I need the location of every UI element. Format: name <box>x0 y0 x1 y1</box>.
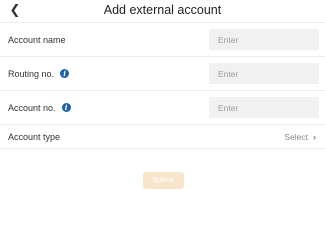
account-type-select[interactable]: Select › <box>284 125 316 148</box>
account-type-row[interactable]: Account type Select › <box>0 125 325 149</box>
info-icon[interactable]: i <box>61 103 71 112</box>
account-name-label: Account name <box>8 34 66 45</box>
info-icon[interactable]: i <box>60 69 70 78</box>
account-name-row: Account name <box>0 23 325 57</box>
account-no-label: Account no. <box>8 102 56 113</box>
chevron-right-icon: › <box>313 131 316 142</box>
submit-button[interactable]: Submit <box>143 172 184 189</box>
account-type-label: Account type <box>8 131 61 142</box>
account-type-select-label: Select <box>284 131 308 142</box>
routing-no-row: Routing no. i <box>0 57 325 91</box>
account-no-row: Account no. i <box>0 91 325 125</box>
routing-no-input[interactable] <box>209 63 319 84</box>
routing-no-label: Routing no. <box>8 68 55 79</box>
page-title: Add external account <box>103 3 222 17</box>
header-bar: ❮ Add external account <box>0 0 325 23</box>
account-no-input[interactable] <box>209 97 319 118</box>
account-name-input[interactable] <box>209 29 319 50</box>
